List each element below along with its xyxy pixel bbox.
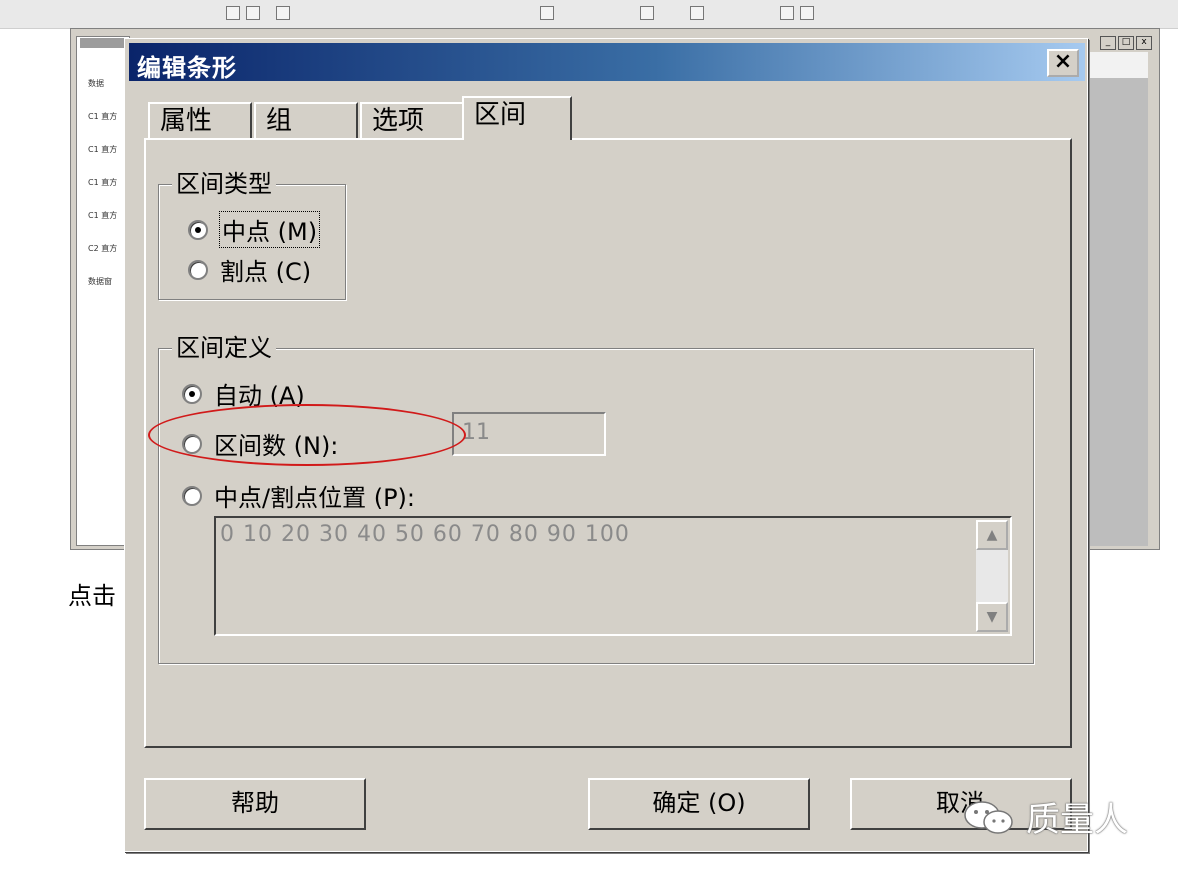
tab-options[interactable]: 选项	[360, 102, 464, 140]
list-item[interactable]: 数据	[88, 78, 117, 89]
radio-midpoint[interactable]: 中点 (M)	[188, 211, 321, 248]
background-graph-area	[1088, 52, 1148, 546]
background-partial-text: 点击	[68, 582, 116, 610]
toolbar-icon[interactable]	[690, 6, 704, 20]
list-item[interactable]: C1 直方	[88, 144, 117, 155]
tab-groups[interactable]: 组	[254, 102, 358, 140]
list-item[interactable]: C2 直方	[88, 243, 117, 254]
radio-button-icon[interactable]	[182, 485, 202, 506]
background-pane-titlebar	[80, 38, 124, 48]
positions-textarea[interactable]: 0 10 20 30 40 50 60 70 80 90 100 ▲ ▼	[214, 516, 1012, 636]
tab-attributes[interactable]: 属性	[148, 102, 252, 140]
scroll-up-icon[interactable]: ▲	[976, 520, 1008, 550]
toolbar-icon[interactable]	[640, 6, 654, 20]
radio-button-icon[interactable]	[188, 219, 208, 240]
minimize-button[interactable]: _	[1100, 36, 1116, 50]
toolbar-icon[interactable]	[800, 6, 814, 20]
watermark-text: 质量人	[1026, 800, 1128, 840]
list-item[interactable]: C1 直方	[88, 210, 117, 221]
radio-positions[interactable]: 中点/割点位置 (P):	[182, 478, 415, 513]
interval-type-legend: 区间类型	[172, 170, 276, 198]
radio-positions-label: 中点/割点位置 (P):	[214, 484, 415, 512]
radio-auto[interactable]: 自动 (A)	[182, 376, 305, 411]
background-graph-header	[1088, 52, 1148, 78]
maximize-button[interactable]: □	[1118, 36, 1134, 50]
list-item[interactable]: C1 直方	[88, 177, 117, 188]
positions-value: 0 10 20 30 40 50 60 70 80 90 100	[220, 522, 630, 547]
positions-scrollbar[interactable]: ▲ ▼	[976, 520, 1008, 632]
background-side-list: 数据 C1 直方 C1 直方 C1 直方 C1 直方 C2 直方 数据窗	[88, 56, 117, 298]
wechat-icon	[960, 797, 1020, 837]
radio-interval-count[interactable]: 区间数 (N):	[182, 426, 338, 461]
toolbar-icon[interactable]	[540, 6, 554, 20]
scroll-down-icon[interactable]: ▼	[976, 602, 1008, 632]
ok-button[interactable]: 确定 (O)	[588, 778, 810, 830]
radio-button-icon[interactable]	[182, 383, 202, 404]
watermark: 质量人	[960, 792, 1128, 841]
background-window-controls: _ □ x	[1100, 36, 1152, 50]
radio-cutpoint[interactable]: 割点 (C)	[188, 252, 311, 287]
interval-definition-legend: 区间定义	[172, 334, 276, 362]
radio-auto-label: 自动 (A)	[214, 382, 305, 410]
list-item[interactable]: 数据窗	[88, 276, 117, 287]
radio-midpoint-label: 中点 (M)	[218, 211, 321, 248]
interval-count-input[interactable]: 11	[452, 412, 606, 456]
radio-cutpoint-label: 割点 (C)	[220, 258, 312, 286]
help-button[interactable]: 帮助	[144, 778, 366, 830]
tab-intervals[interactable]: 区间	[462, 96, 572, 140]
toolbar-icon[interactable]	[226, 6, 240, 20]
toolbar-icon[interactable]	[276, 6, 290, 20]
toolbar-icon[interactable]	[246, 6, 260, 20]
radio-interval-count-label: 区间数 (N):	[214, 432, 339, 460]
close-button[interactable]: ×	[1047, 49, 1079, 77]
toolbar-icon[interactable]	[780, 6, 794, 20]
dialog-title: 编辑条形	[137, 54, 237, 82]
dialog-titlebar[interactable]: 编辑条形 ×	[129, 43, 1085, 82]
list-item[interactable]: C1 直方	[88, 111, 117, 122]
radio-button-icon[interactable]	[182, 433, 202, 454]
close-button[interactable]: x	[1136, 36, 1152, 50]
background-toolbar	[0, 0, 1178, 29]
radio-button-icon[interactable]	[188, 259, 208, 280]
